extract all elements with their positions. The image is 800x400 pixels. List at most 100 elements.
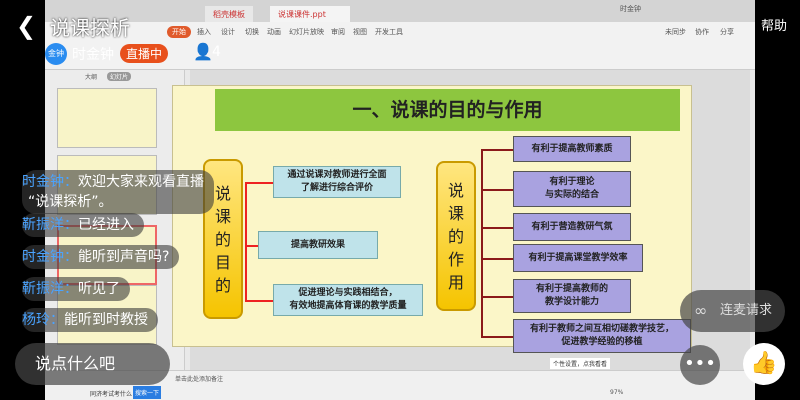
text-line: 教学设计能力	[544, 297, 599, 307]
ribbon-tab[interactable]: 插入	[197, 27, 211, 37]
purpose-text: 提高教研效果	[291, 239, 345, 252]
purpose-box: 提高教研效果	[258, 231, 378, 259]
chat-user-name[interactable]: 靳振洋	[22, 281, 64, 297]
function-box: 有利于提高教师的 教学设计能力	[513, 279, 631, 313]
ribbon-tab[interactable]: 视图	[353, 27, 367, 37]
tooltip: 个性设置，点我看看	[550, 358, 611, 369]
function-text: 有利于提高教师的 教学设计能力	[536, 283, 608, 309]
mic-request-label: 连麦请求	[720, 303, 773, 318]
chat-message: 靳振洋：已经进入	[22, 213, 144, 237]
function-box: 有利于教师之间互相切磋教学技艺， 促进教学经验的移植	[513, 319, 691, 353]
panel-tab-outline[interactable]: 大纲	[85, 72, 97, 81]
text-line: 提高教研效果	[290, 239, 345, 250]
arrow	[481, 189, 513, 191]
text-line: 有利于教师之间互相切磋教学技艺，	[529, 324, 674, 334]
function-box: 有利于提高教师素质	[513, 136, 631, 162]
back-icon[interactable]: ❮	[16, 12, 36, 40]
ribbon-tab[interactable]: 动画	[267, 27, 281, 37]
slide-title: 一、说课的目的与作用	[215, 89, 680, 131]
chat-separator: ：	[64, 249, 78, 265]
text-line: 与实际的结合	[544, 190, 599, 200]
slide: 一、说课的目的与作用 说课的目的 说课的作用 通过说课对教师进行全面 了解进行综合…	[172, 85, 692, 353]
tab-document[interactable]: 说课课件.ppt	[270, 6, 350, 22]
ribbon-tab[interactable]: 审阅	[331, 27, 345, 37]
chat-separator: ：	[50, 312, 64, 328]
live-badge: 直播中	[120, 44, 169, 63]
label-char: 的	[214, 275, 231, 295]
label-char: 的	[214, 229, 231, 249]
collab-button[interactable]: 协作	[695, 27, 709, 37]
chat-user-name[interactable]: 杨玲	[22, 312, 50, 328]
ribbon-tab[interactable]: 开发工具	[375, 27, 403, 37]
ribbon-tab[interactable]: 切换	[245, 27, 259, 37]
label-char: 说	[447, 180, 464, 200]
ribbon-tab[interactable]: 设计	[221, 27, 235, 37]
text-line: 有利于理论	[549, 177, 595, 187]
link-icon: ∞	[694, 301, 708, 320]
function-box: 有利于营造教研气氛	[513, 213, 631, 241]
mic-request-button[interactable]: ∞ 连麦请求	[680, 290, 785, 332]
chat-message: 时金钟：能听到声音吗?	[22, 245, 180, 269]
text-line: 有利于营造教研气氛	[531, 221, 613, 232]
slide-thumbnail[interactable]	[57, 88, 157, 148]
text-line: 促进理论与实践相结合，	[298, 288, 398, 298]
text-line: 有利于提高教师的	[535, 284, 608, 294]
stream-title: 说课探析	[50, 16, 130, 40]
more-icon[interactable]: •••	[680, 345, 720, 385]
like-icon[interactable]: 👍	[743, 343, 785, 385]
share-button[interactable]: 分享	[720, 27, 734, 37]
arrow	[481, 227, 513, 229]
label-char: 的	[447, 226, 464, 246]
purpose-box: 通过说课对教师进行全面 了解进行综合评价	[273, 166, 401, 198]
help-button[interactable]: 帮助	[761, 15, 787, 34]
arrow-trunk-left	[245, 182, 247, 300]
host-name: 时金钟	[72, 47, 114, 63]
function-text: 有利于提高教师素质	[531, 143, 612, 156]
purpose-text: 促进理论与实践相结合， 有效地提高体育课的教学质量	[289, 287, 406, 313]
chat-message: 杨玲：能听到时教授	[22, 308, 158, 332]
viewer-count: 4	[212, 44, 221, 60]
host-avatar[interactable]: 金钟	[45, 43, 67, 65]
notes-placeholder[interactable]: 单击此处添加备注	[175, 374, 223, 383]
text-line: 通过说课对教师进行全面	[287, 170, 387, 180]
tab-template[interactable]: 稻壳模板	[205, 6, 253, 22]
purpose-box: 促进理论与实践相结合， 有效地提高体育课的教学质量	[273, 284, 423, 316]
label-char: 用	[447, 272, 464, 292]
ribbon-tab[interactable]: 幻灯片放映	[289, 27, 324, 37]
arrow	[481, 296, 513, 298]
function-box: 有利于理论与实际的结合	[513, 171, 631, 207]
zoom-level[interactable]: 97%	[610, 389, 623, 396]
arrow-trunk-right	[481, 149, 483, 336]
arrow	[481, 258, 513, 260]
arrow	[245, 300, 273, 302]
panel-tab-slides[interactable]: 幻灯片	[107, 72, 132, 81]
chat-user-name[interactable]: 时金钟	[22, 174, 64, 190]
taskbar-search-text[interactable]: 同济考试考什么	[90, 389, 132, 398]
sync-button[interactable]: 未同步	[665, 27, 686, 37]
chat-user-name[interactable]: 靳振洋	[22, 217, 64, 233]
search-button[interactable]: 搜索一下	[133, 386, 162, 399]
arrow	[481, 336, 513, 338]
user-name: 时金钟	[620, 5, 641, 13]
viewer-icon: 👤	[193, 42, 213, 61]
function-text: 有利于教师之间互相切磋教学技艺， 促进教学经验的移植	[530, 323, 674, 349]
text-line: 有利于提高教师素质	[531, 143, 613, 154]
text-line: 有利于提高课堂教学效率	[528, 252, 628, 263]
chat-user-name[interactable]: 时金钟	[22, 249, 64, 265]
chat-text: 欢迎大家来观看直播	[78, 174, 204, 190]
function-text: 有利于理论与实际的结合	[545, 176, 599, 202]
chat-text: 已经进入	[78, 217, 134, 233]
arrow	[245, 182, 273, 184]
purpose-text: 通过说课对教师进行全面 了解进行综合评价	[287, 169, 386, 195]
chat-separator: ：	[64, 174, 78, 190]
app-tab-bar: 稻壳模板 说课课件.ppt 时金钟	[45, 0, 755, 22]
chat-input[interactable]: 说点什么吧	[15, 343, 170, 385]
chat-text: 能听到时教授	[64, 312, 148, 328]
function-text: 有利于提高课堂教学效率	[528, 252, 627, 265]
chat-message: 靳振洋：听见了	[22, 277, 130, 301]
ribbon-tab[interactable]: 开始	[167, 26, 191, 38]
arrow	[481, 149, 513, 151]
text-line: 有效地提高体育课的教学质量	[289, 301, 407, 311]
label-char: 课	[447, 203, 464, 223]
chat-text: 能听到声音吗?	[78, 249, 170, 265]
